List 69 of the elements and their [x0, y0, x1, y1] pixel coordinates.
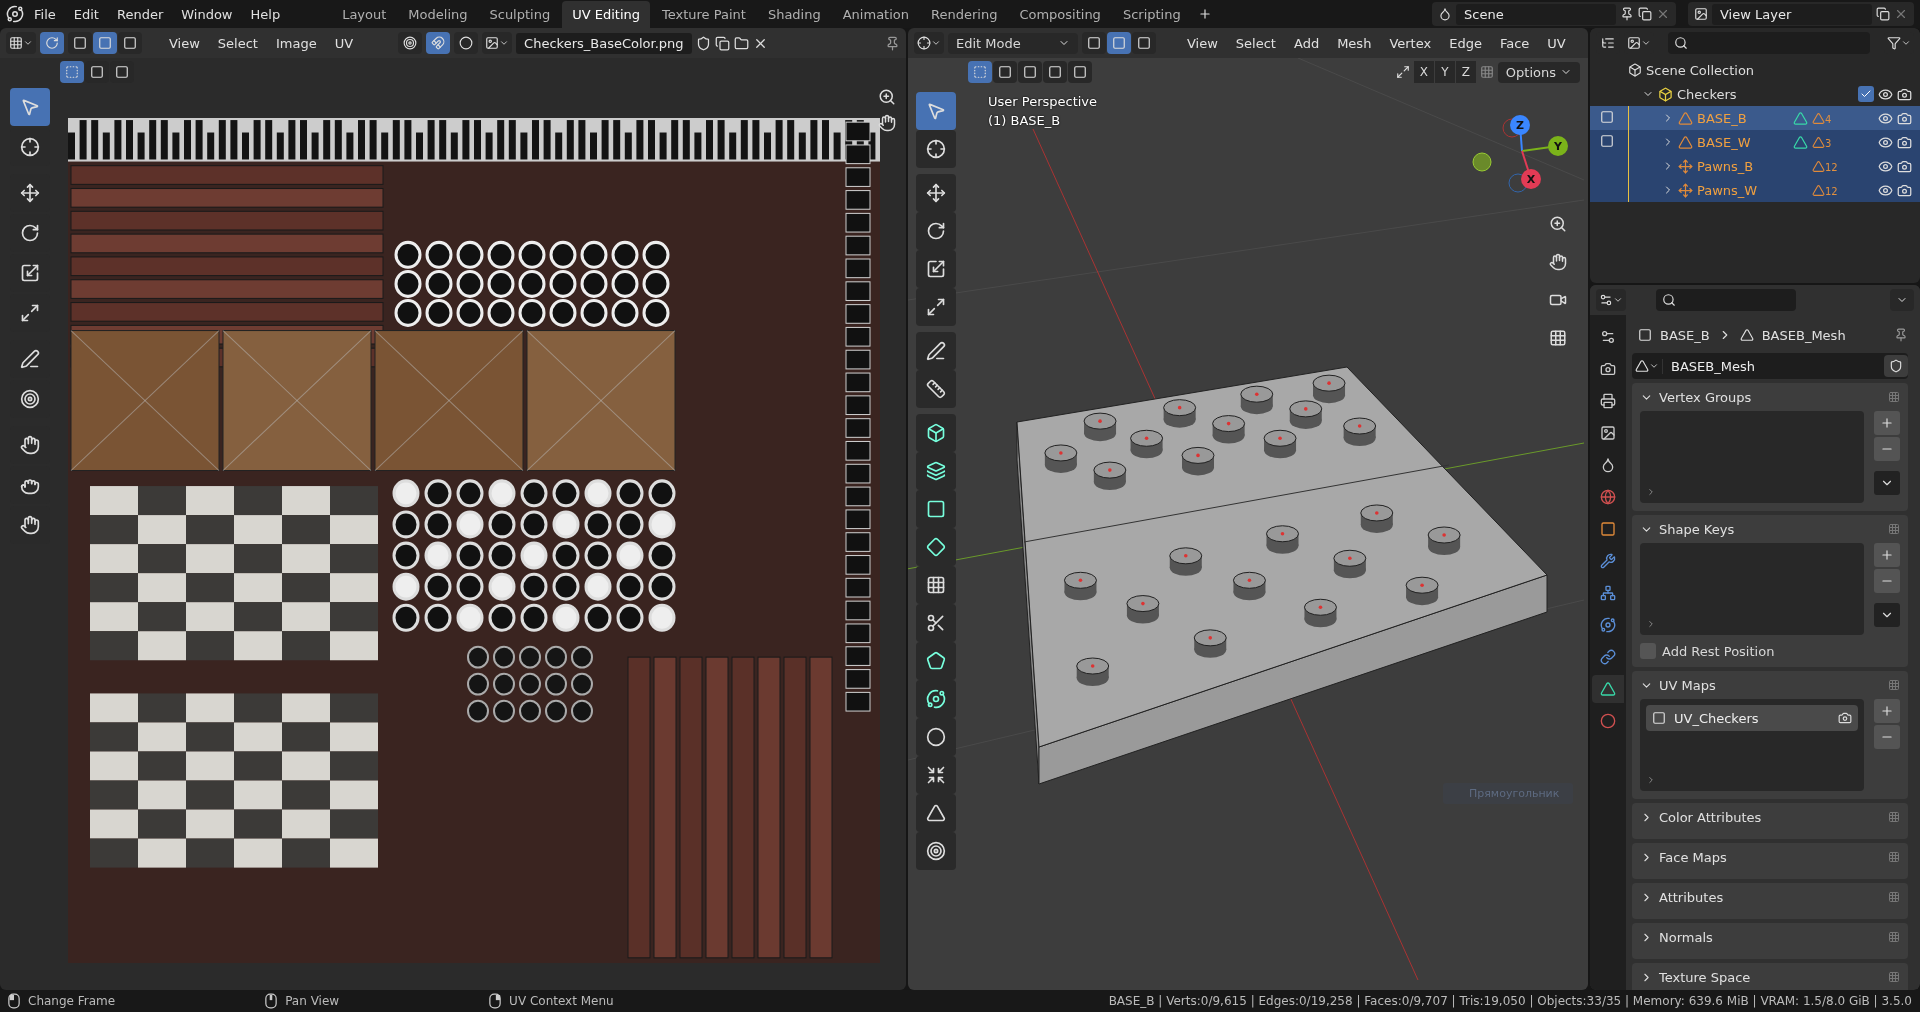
menu-item[interactable]: Render — [108, 2, 172, 26]
header-menu[interactable]: Face — [1492, 32, 1537, 54]
uv-map-item[interactable]: UV_Checkers — [1646, 705, 1858, 731]
axis-toggle[interactable]: Z — [1455, 61, 1476, 83]
breadcrumb-mesh: BASEB_Mesh — [1761, 327, 1846, 343]
modifier-count: 4 — [1812, 111, 1832, 125]
menu-item[interactable]: Edit — [65, 2, 107, 26]
status-hint: Change Frame — [28, 994, 116, 1008]
workspace-tab[interactable]: Scripting — [1112, 1, 1191, 28]
option-label: Add Rest Position — [1662, 643, 1775, 659]
header-menu[interactable]: Edge — [1442, 32, 1489, 54]
modifier-count: 12 — [1812, 159, 1838, 173]
scene-field[interactable]: Scene — [1456, 3, 1616, 25]
tooltip: Прямоугольник — [1443, 783, 1574, 804]
header-menu[interactable]: Vertex — [1382, 32, 1439, 54]
panel-header[interactable]: Texture Space — [1640, 963, 1900, 990]
view-layer-field[interactable]: View Layer — [1712, 3, 1872, 25]
scene-statistics: BASE_B | Verts:0/9,615 | Edges:0/19,258 | Faces:0/9,707 | Tris:19,050 | Objects:33/35 | Memory: 639.6 MiB | VRAM: 1.5/8.0 GiB | 3.5.0 — [1108, 994, 1912, 1008]
panel-header[interactable]: Shape Keys — [1640, 515, 1900, 543]
panel-header[interactable]: Color Attributes — [1640, 803, 1900, 831]
axis-gizmo-drawing: Z Y X — [1472, 115, 1568, 193]
workspace-tab[interactable]: UV Editing — [562, 1, 650, 28]
menu-item[interactable]: File — [26, 2, 64, 26]
menu-item[interactable]: Window — [173, 2, 241, 26]
outliner-row[interactable]: Pawns_B 12 — [1590, 154, 1920, 178]
panel-header[interactable]: Attributes — [1640, 883, 1900, 911]
workspace-tab[interactable]: Compositing — [1009, 1, 1111, 28]
viewport-info-text: User Perspective — [988, 94, 1098, 109]
outliner-item-label[interactable]: Pawns_B — [1697, 158, 1789, 174]
axis-toggle[interactable]: X — [1413, 61, 1434, 83]
workspace-tab[interactable]: Layout — [332, 1, 397, 28]
workspace-tab[interactable]: Rendering — [921, 1, 1008, 28]
modifier-count: 3 — [1812, 135, 1832, 149]
outliner-item-label[interactable]: BASE_W — [1697, 134, 1789, 150]
header-menu[interactable]: Select — [1228, 32, 1283, 54]
modifier-count: 12 — [1812, 183, 1838, 197]
viewport-info-text: (1) BASE_B — [988, 113, 1062, 128]
header-menu[interactable]: UV — [327, 32, 361, 54]
panel-header[interactable]: Vertex Groups — [1640, 383, 1900, 411]
workspace-tab[interactable]: Texture Paint — [652, 1, 756, 28]
header-menu[interactable]: Select — [210, 32, 265, 54]
status-hint: Pan View — [285, 994, 340, 1008]
outliner-item-label[interactable]: Pawns_W — [1697, 182, 1789, 198]
workspace-tab[interactable]: Animation — [832, 1, 919, 28]
outliner-item-label[interactable]: Checkers — [1677, 86, 1737, 102]
header-menu[interactable]: View — [1180, 32, 1225, 54]
mode-dropdown[interactable]: Edit Mode — [948, 32, 1078, 54]
header-menu[interactable]: View — [162, 32, 207, 54]
options-dropdown[interactable]: Options — [1497, 61, 1580, 83]
workspace-tab[interactable]: Modeling — [398, 1, 478, 28]
breadcrumb-object: BASE_B — [1660, 327, 1710, 343]
outliner-row[interactable]: BASE_W 3 — [1590, 130, 1920, 154]
status-hint: UV Context Menu — [509, 994, 614, 1008]
scene-selector[interactable]: Scene — [1432, 2, 1676, 26]
header-menu[interactable]: Mesh — [1330, 32, 1379, 54]
workspace-tab[interactable]: Sculpting — [479, 1, 561, 28]
panel-header[interactable]: Face Maps — [1640, 843, 1900, 871]
outliner-row[interactable]: Pawns_W 12 — [1590, 178, 1920, 202]
axis-toggle[interactable]: Y — [1434, 61, 1455, 83]
panel-header[interactable]: UV Maps — [1640, 671, 1900, 699]
outliner-item-label[interactable]: Scene Collection — [1646, 62, 1755, 78]
panel-header[interactable]: Normals — [1640, 923, 1900, 951]
header-menu[interactable]: UV — [1540, 32, 1573, 54]
header-menu[interactable]: Image — [268, 32, 324, 54]
image-name-field[interactable]: Checkers_BaseColor.png — [516, 32, 692, 54]
header-menu[interactable]: Add — [1286, 32, 1327, 54]
workspace-tab[interactable]: Shading — [757, 1, 831, 28]
view-layer-selector[interactable]: View Layer — [1688, 2, 1914, 26]
menu-item[interactable]: Help — [242, 2, 289, 26]
